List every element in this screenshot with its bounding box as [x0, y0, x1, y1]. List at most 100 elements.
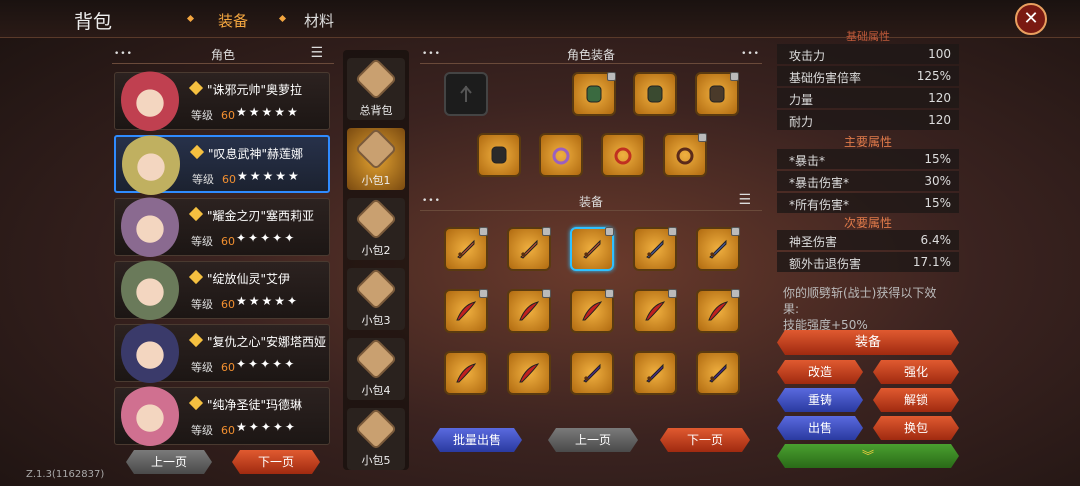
equip-button[interactable]: 装备 — [777, 330, 959, 355]
character-level: 等级 60 — [192, 173, 236, 186]
bag-tab[interactable]: 小包3 — [347, 267, 405, 330]
inventory-item[interactable] — [507, 289, 551, 333]
sword-icon — [457, 239, 475, 259]
empty-weapon-slot-icon — [460, 85, 472, 102]
stat-name: *暴击* — [789, 154, 826, 168]
inventory-item[interactable] — [507, 227, 551, 271]
bag-tab[interactable]: 小包4 — [347, 337, 405, 400]
star-rating: ✦✦✦✦✦ — [236, 357, 297, 371]
sword-icon — [709, 363, 727, 383]
backpack-icon — [354, 407, 398, 451]
character-card[interactable]: "绽放仙灵"艾伊 等级 60 ★★★★✦ — [114, 258, 330, 320]
inventory-item[interactable] — [507, 351, 551, 395]
amulet-slot[interactable] — [539, 133, 583, 177]
batch-sell-button[interactable]: 批量出售 — [432, 428, 522, 452]
char-prev-page-button[interactable]: 上一页 — [126, 450, 212, 474]
bag-tab[interactable]: 小包2 — [347, 197, 405, 260]
bag-tab[interactable]: 小包5 — [347, 407, 405, 470]
list-menu-icon[interactable]: ☰ — [738, 192, 752, 208]
effect-text: 果: — [783, 302, 800, 316]
armor-icon — [491, 146, 507, 164]
lock-icon — [605, 289, 614, 298]
stat-row: 攻击力 100 — [777, 44, 959, 64]
inventory-item[interactable] — [633, 289, 677, 333]
backpack-icon — [354, 57, 398, 101]
sword-icon — [646, 239, 664, 259]
ring-slot[interactable] — [601, 133, 645, 177]
lock-icon — [668, 227, 677, 236]
inventory-item[interactable] — [444, 351, 488, 395]
equipped-header: ••• 角色装备 ••• — [420, 48, 762, 64]
inventory-item[interactable] — [696, 227, 740, 271]
stat-name: 力量 — [789, 93, 814, 107]
version-label: Z.1.3(1162837) — [26, 469, 105, 480]
star-rating: ✦✦✦✦✦ — [236, 231, 297, 245]
lock-icon — [605, 227, 614, 236]
tab-equipment[interactable]: 装备 — [218, 10, 248, 31]
inventory-item[interactable] — [444, 289, 488, 333]
character-level: 等级 60 — [191, 109, 235, 122]
character-card[interactable]: "诛邪元帅"奥萝拉 等级 60 ★★★★★ — [114, 69, 330, 131]
items-header: ••• 装备 ☰ — [420, 192, 762, 211]
armor-icon — [647, 85, 663, 103]
inventory-item[interactable] — [444, 227, 488, 271]
inventory-item[interactable] — [696, 289, 740, 333]
inventory-item[interactable] — [633, 227, 677, 271]
inventory-item[interactable] — [570, 227, 614, 271]
stat-name: *暴击伤害* — [789, 176, 850, 190]
stat-value: 125% — [916, 69, 951, 83]
ring-slot[interactable] — [663, 133, 707, 177]
main-stats-header: 主要属性 — [843, 135, 892, 149]
sword-icon — [583, 239, 601, 259]
weapon-slot[interactable] — [444, 72, 488, 116]
lock-icon — [607, 72, 616, 81]
character-card[interactable]: "耀金之刃"塞西莉亚 等级 60 ✦✦✦✦✦ — [114, 195, 330, 257]
boots-slot[interactable] — [477, 133, 521, 177]
dots-icon: ••• — [422, 49, 441, 59]
blade-icon — [645, 301, 666, 321]
inventory-item[interactable] — [696, 351, 740, 395]
close-button[interactable]: ✕ — [1015, 3, 1047, 35]
inventory-item[interactable] — [633, 351, 677, 395]
list-menu-icon[interactable]: ☰ — [310, 45, 324, 61]
unlock-button[interactable]: 解锁 — [873, 388, 959, 412]
star-rating: ★✦✦✦✦ — [236, 420, 297, 434]
recast-button[interactable]: 重铸 — [777, 388, 863, 412]
sell-button[interactable]: 出售 — [777, 416, 863, 440]
character-portrait — [121, 195, 179, 257]
inventory-item[interactable] — [570, 289, 614, 333]
swap-bag-button[interactable]: 换包 — [873, 416, 959, 440]
bag-tab[interactable]: 小包1 — [347, 127, 405, 190]
blade-icon — [456, 301, 477, 321]
bag-tab[interactable]: 总背包 — [347, 57, 405, 120]
character-name: "绽放仙灵"艾伊 — [207, 272, 291, 286]
character-card[interactable]: "叹息武神"赫莲娜 等级 60 ★★★★★ — [114, 133, 330, 195]
stat-row: 基础伤害倍率 125% — [777, 66, 959, 86]
expand-button[interactable]: ︾ — [777, 444, 959, 468]
character-card[interactable]: "复仇之心"安娜塔西娅 等级 60 ✦✦✦✦✦ — [114, 321, 330, 383]
inventory-item[interactable] — [570, 351, 614, 395]
legs-slot[interactable] — [695, 72, 739, 116]
lock-icon — [731, 227, 740, 236]
tab-materials[interactable]: 材料 — [304, 10, 334, 31]
character-card[interactable]: "纯净圣徒"玛德琳 等级 60 ★✦✦✦✦ — [114, 384, 330, 446]
stat-value: 120 — [928, 113, 951, 127]
character-name: "纯净圣徒"玛德琳 — [207, 398, 303, 412]
char-next-page-button[interactable]: 下一页 — [232, 450, 320, 474]
ring-icon — [552, 147, 570, 165]
stat-value: 120 — [928, 91, 951, 105]
helmet-slot[interactable] — [572, 72, 616, 116]
character-level: 等级 60 — [191, 361, 235, 374]
bag-label: 总背包 — [359, 104, 393, 117]
items-prev-page-button[interactable]: 上一页 — [548, 428, 638, 452]
sword-icon — [583, 363, 601, 383]
lock-icon — [479, 289, 488, 298]
items-next-page-button[interactable]: 下一页 — [660, 428, 750, 452]
upgrade-button[interactable]: 改造 — [777, 360, 863, 384]
chest-slot[interactable] — [633, 72, 677, 116]
stat-value: 15% — [924, 152, 951, 166]
stat-name: 攻击力 — [789, 49, 826, 63]
dots-icon: ••• — [741, 49, 760, 59]
enhance-button[interactable]: 强化 — [873, 360, 959, 384]
character-level: 等级 60 — [191, 298, 235, 311]
